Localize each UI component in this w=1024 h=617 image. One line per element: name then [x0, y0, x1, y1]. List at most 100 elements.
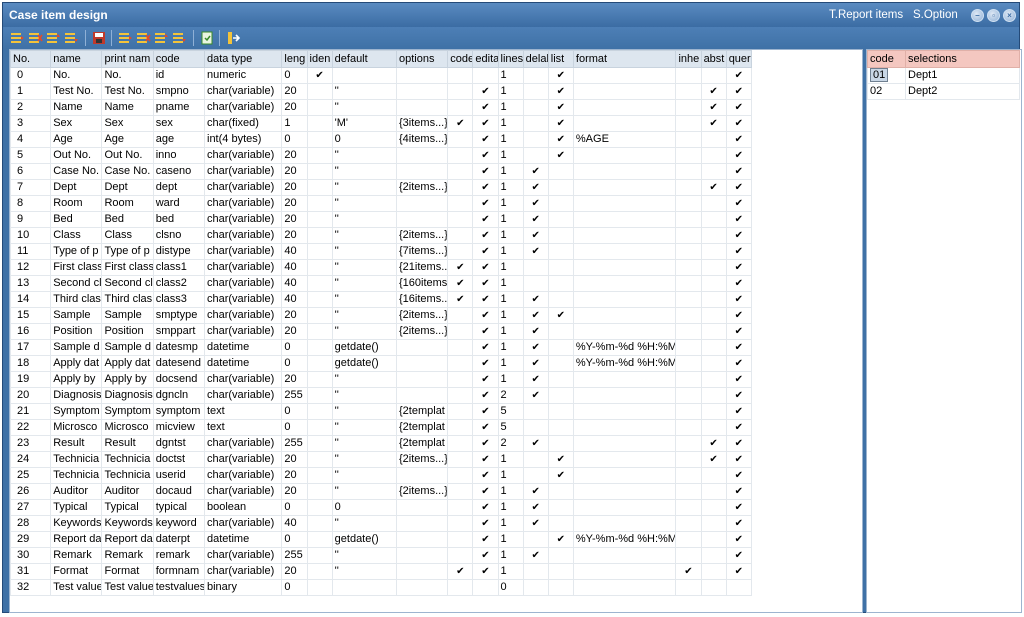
table-cell[interactable]: [395, 195, 449, 212]
table-cell[interactable]: 1: [497, 339, 524, 356]
checkbox-cell[interactable]: ✔: [725, 243, 753, 260]
table-cell[interactable]: Remark: [50, 547, 103, 564]
checkbox-cell[interactable]: ✔: [472, 547, 499, 564]
item-grid[interactable]: No. name print nam code data type leng iden def…: [9, 49, 863, 613]
table-cell[interactable]: '': [331, 467, 398, 484]
table-cell[interactable]: 0: [281, 579, 308, 596]
table-cell[interactable]: 20: [281, 323, 308, 340]
column-header[interactable]: abst: [700, 50, 727, 68]
checkbox-cell[interactable]: [306, 467, 333, 484]
table-cell[interactable]: '': [331, 227, 398, 244]
checkbox-cell[interactable]: ✔: [522, 515, 549, 532]
table-cell[interactable]: {2items...}: [395, 307, 449, 324]
checkbox-cell[interactable]: [700, 195, 727, 212]
table-row[interactable]: 28 Keywords Keywords keyword char(variable) 4…: [10, 515, 753, 532]
checkbox-cell[interactable]: [522, 83, 549, 100]
checkbox-cell[interactable]: ✔: [725, 211, 753, 228]
checkbox-cell[interactable]: [306, 195, 333, 212]
table-cell[interactable]: Apply by: [50, 371, 103, 388]
table-cell[interactable]: class1: [152, 259, 206, 276]
checkbox-cell[interactable]: ✔: [472, 259, 499, 276]
table-cell[interactable]: 40: [281, 259, 308, 276]
table-cell[interactable]: [572, 403, 677, 420]
table-cell[interactable]: char(variable): [203, 291, 283, 308]
row-number[interactable]: 27: [10, 499, 52, 516]
table-cell[interactable]: dgncln: [152, 387, 206, 404]
table-cell[interactable]: [395, 387, 449, 404]
table-cell[interactable]: 1: [497, 515, 524, 532]
table-cell[interactable]: Format: [50, 563, 103, 580]
table-row[interactable]: 27 Typical Typical typical boolean 0 0 ✔ 1 ✔ ✔: [10, 499, 753, 516]
table-cell[interactable]: 1: [497, 99, 524, 116]
selection-value-cell[interactable]: Dept1: [905, 67, 1020, 84]
table-cell[interactable]: [395, 355, 449, 372]
checkbox-cell[interactable]: ✔: [700, 179, 727, 196]
table-cell[interactable]: Symptom: [50, 403, 103, 420]
checkbox-cell[interactable]: [447, 67, 474, 84]
checkbox-cell[interactable]: [675, 499, 702, 516]
checkbox-cell[interactable]: [306, 339, 333, 356]
checkbox-cell[interactable]: ✔: [472, 115, 499, 132]
table-cell[interactable]: 20: [281, 451, 308, 468]
checkbox-cell[interactable]: ✔: [472, 387, 499, 404]
table-cell[interactable]: char(variable): [203, 467, 283, 484]
checkbox-cell[interactable]: [725, 579, 753, 596]
table-cell[interactable]: pname: [152, 99, 206, 116]
table-cell[interactable]: [395, 99, 449, 116]
move-down-icon[interactable]: [171, 30, 187, 46]
checkbox-cell[interactable]: [700, 515, 727, 532]
table-row[interactable]: 21 Symptom Symptom symptom text 0 '' {2templat ✔…: [10, 403, 753, 420]
checkbox-cell[interactable]: [547, 419, 574, 436]
table-cell[interactable]: Microsco: [101, 419, 154, 436]
table-cell[interactable]: Apply dat: [101, 355, 154, 372]
table-cell[interactable]: [395, 515, 449, 532]
table-cell[interactable]: datesmp: [152, 339, 206, 356]
checkbox-cell[interactable]: [547, 259, 574, 276]
checkbox-cell[interactable]: ✔: [725, 195, 753, 212]
checkbox-cell[interactable]: ✔: [472, 563, 499, 580]
checkbox-cell[interactable]: [447, 243, 474, 260]
row-number[interactable]: 11: [10, 243, 52, 260]
table-cell[interactable]: 20: [281, 483, 308, 500]
row-number[interactable]: 15: [10, 307, 52, 324]
table-cell[interactable]: '': [331, 195, 398, 212]
table-cell[interactable]: char(variable): [203, 275, 283, 292]
table-cell[interactable]: smpno: [152, 83, 206, 100]
table-cell[interactable]: [395, 499, 449, 516]
table-row[interactable]: 16 Position Position smppart char(variable) 2…: [10, 323, 753, 340]
checkbox-cell[interactable]: [522, 451, 549, 468]
checkbox-cell[interactable]: [700, 275, 727, 292]
checkbox-cell[interactable]: [447, 339, 474, 356]
checkbox-cell[interactable]: [306, 243, 333, 260]
table-cell[interactable]: 0: [281, 339, 308, 356]
checkbox-cell[interactable]: [447, 499, 474, 516]
table-cell[interactable]: doctst: [152, 451, 206, 468]
table-cell[interactable]: testvalues: [152, 579, 206, 596]
table-row[interactable]: 22 Microsco Microsco micview text 0 '' {2templa…: [10, 419, 753, 436]
table-cell[interactable]: Result: [50, 435, 103, 452]
checkbox-cell[interactable]: ✔: [522, 499, 549, 516]
delete-column-icon[interactable]: [135, 30, 151, 46]
table-cell[interactable]: Case No.: [50, 163, 103, 180]
table-cell[interactable]: Class: [101, 227, 154, 244]
checkbox-cell[interactable]: ✔: [472, 275, 499, 292]
table-cell[interactable]: 1: [497, 259, 524, 276]
table-cell[interactable]: Name: [101, 99, 154, 116]
table-cell[interactable]: Keywords: [50, 515, 103, 532]
checkbox-cell[interactable]: ✔: [472, 419, 499, 436]
checkbox-cell[interactable]: [522, 403, 549, 420]
table-cell[interactable]: caseno: [152, 163, 206, 180]
checkbox-cell[interactable]: [675, 163, 702, 180]
table-cell[interactable]: 1: [497, 499, 524, 516]
checkbox-cell[interactable]: ✔: [472, 131, 499, 148]
checkbox-cell[interactable]: [306, 371, 333, 388]
table-cell[interactable]: 20: [281, 211, 308, 228]
row-number[interactable]: 14: [10, 291, 52, 308]
row-number[interactable]: 31: [10, 563, 52, 580]
table-cell[interactable]: Typical: [50, 499, 103, 516]
table-cell[interactable]: {2items...}: [395, 227, 449, 244]
checkbox-cell[interactable]: [306, 307, 333, 324]
table-cell[interactable]: 1: [497, 163, 524, 180]
checkbox-cell[interactable]: ✔: [472, 403, 499, 420]
checkbox-cell[interactable]: ✔: [725, 131, 753, 148]
